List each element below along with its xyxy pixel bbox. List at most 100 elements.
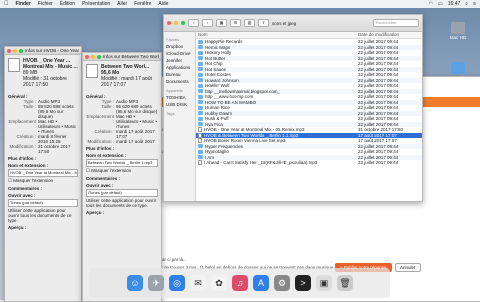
sidebar-item-home[interactable]: Jennifer bbox=[164, 57, 195, 64]
file-name-text: Hubby Dawm bbox=[205, 110, 233, 116]
menu-help[interactable]: Aide bbox=[158, 1, 168, 7]
sidebar-item-icloud[interactable]: iCloud Drive bbox=[164, 50, 195, 57]
desktop-icon-mac-hd[interactable]: Mac HD bbox=[440, 22, 476, 40]
clock[interactable]: 16:47 bbox=[448, 1, 461, 7]
back-icon[interactable]: ‹ bbox=[188, 19, 199, 27]
sidebar-item-desktop[interactable]: Bureau bbox=[164, 71, 195, 78]
itunes-app-icon[interactable]: ♫ bbox=[232, 275, 248, 291]
menu-edit[interactable]: Édition bbox=[60, 1, 75, 7]
menu-view[interactable]: Présentation bbox=[82, 1, 110, 7]
share-icon[interactable]: ⇪ bbox=[258, 19, 269, 27]
info-value: 95 620 689 octets (95,6 Mo sur disque) bbox=[116, 104, 158, 114]
menu-app-name[interactable]: Finder bbox=[16, 1, 31, 7]
menu-file[interactable]: Fichier bbox=[38, 1, 53, 7]
window-titlebar: Infos sur HVOB - One Year ... bbox=[5, 47, 81, 55]
file-name-text: Howlin' Wolf bbox=[205, 83, 230, 88]
file-name-text: I Am bbox=[205, 154, 215, 160]
folder-icon bbox=[198, 116, 203, 121]
section-preview[interactable]: Aperçu : bbox=[86, 210, 158, 215]
finder-app-icon[interactable]: ☺ bbox=[127, 275, 143, 291]
close-icon[interactable] bbox=[167, 21, 171, 25]
app-store-icon[interactable]: A bbox=[253, 275, 269, 291]
info-value: mardi 17 août 2017 bbox=[116, 139, 155, 144]
info-value: Mac HD • Utilisateurs • Music • iTunes bbox=[116, 114, 157, 129]
battery-icon[interactable]: ▭ bbox=[438, 1, 443, 7]
file-name-text: Hotel Costes bbox=[205, 72, 231, 77]
apple-icon[interactable]:  bbox=[4, 1, 9, 7]
file-name-text: http __mellowmaximal.blogspot.com_ bbox=[205, 88, 281, 94]
spotlight-icon[interactable]: ⌕ bbox=[465, 1, 468, 7]
open-with-note: Utiliser cette application pour ouvrir t… bbox=[8, 208, 72, 223]
close-icon[interactable] bbox=[7, 48, 11, 53]
sidebar-item-usb-disk[interactable]: USB DISK bbox=[164, 101, 195, 108]
column-header-name[interactable]: Nom bbox=[196, 32, 358, 38]
info-window-1: Infos sur HVOB - One Year ... HVOB _ One… bbox=[4, 46, 82, 302]
file-name-text: HappyPie Records bbox=[205, 39, 243, 44]
folder-icon bbox=[198, 94, 203, 99]
section-name-extension[interactable]: Nom et extension : bbox=[8, 163, 78, 168]
section-comments[interactable]: Commentaires : bbox=[8, 186, 78, 191]
desktop-icon-label: Mac HD bbox=[449, 35, 467, 40]
forward-icon[interactable]: › bbox=[202, 19, 213, 27]
section-more-info[interactable]: Plus d'infos : bbox=[86, 146, 158, 151]
trash-icon[interactable]: 🗑 bbox=[337, 275, 353, 291]
folder-icon bbox=[198, 72, 203, 77]
sidebar-item-documents[interactable]: Documents bbox=[164, 78, 195, 85]
launchpad-app-icon[interactable]: ✈ bbox=[148, 275, 164, 291]
preview-app-icon[interactable]: ▣ bbox=[316, 275, 332, 291]
file-row[interactable]: I Ahead - Can't Satisfy Her _Gt(KF&Jill-… bbox=[196, 160, 422, 166]
list-view-icon[interactable]: ☰ bbox=[230, 19, 241, 27]
cancel-button[interactable]: Annuler bbox=[395, 263, 421, 272]
column-header-date[interactable]: Date de modification bbox=[358, 32, 422, 38]
minimize-icon[interactable] bbox=[13, 48, 17, 53]
close-icon[interactable] bbox=[85, 54, 89, 59]
column-view-icon[interactable]: ▥ bbox=[244, 19, 255, 27]
sidebar-item-applications[interactable]: Applications bbox=[164, 64, 195, 71]
folder-icon bbox=[198, 144, 203, 149]
hide-extension-checkbox[interactable]: ☐ Masquer l'extension bbox=[86, 168, 158, 174]
name-field[interactable]: Between Two Worlds _ Berlin 1.mp3 bbox=[86, 159, 158, 167]
sidebar-header-favorites: Favoris bbox=[166, 37, 180, 42]
folder-icon bbox=[198, 149, 203, 154]
zoom-icon[interactable] bbox=[97, 54, 101, 59]
zoom-icon[interactable] bbox=[181, 21, 185, 25]
section-open-with[interactable]: Ouvrir avec : bbox=[8, 193, 78, 198]
sidebar-header-devices: Appareils bbox=[166, 88, 183, 93]
minimize-icon[interactable] bbox=[174, 21, 178, 25]
folder-icon bbox=[198, 56, 203, 61]
open-with-select[interactable]: iTunes (par défaut) bbox=[86, 189, 158, 197]
file-name-text: Husk & Puff bbox=[205, 116, 229, 121]
section-comments[interactable]: Commentaires : bbox=[86, 176, 158, 181]
minimize-icon[interactable] bbox=[91, 54, 95, 59]
hide-extension-checkbox[interactable]: ☐ Masquer l'extension bbox=[8, 178, 78, 184]
finder-window-title: sons et jpeg bbox=[272, 20, 297, 26]
file-modified: Modifié : mardi 17 août 2017 17:07 bbox=[101, 76, 152, 88]
terminal-app-icon[interactable]: > bbox=[295, 275, 311, 291]
menu-window[interactable]: Fenêtre bbox=[134, 1, 151, 7]
folder-icon bbox=[198, 83, 203, 88]
section-name-extension[interactable]: Nom et extension : bbox=[86, 153, 158, 158]
zoom-icon[interactable] bbox=[19, 48, 23, 53]
search-input[interactable]: Rechercher bbox=[373, 19, 419, 27]
sidebar-item-toshiba[interactable]: TOSHIBA bbox=[164, 94, 195, 101]
photos-app-icon[interactable]: ✿ bbox=[211, 275, 227, 291]
info-key: Modification : bbox=[87, 139, 114, 144]
system-preferences-icon[interactable]: ⚙ bbox=[274, 275, 290, 291]
info-value: mardi 8 février 2016 15:28 bbox=[38, 134, 67, 144]
icon-view-icon[interactable]: ▦ bbox=[216, 19, 227, 27]
wifi-icon[interactable]: ◠ bbox=[429, 1, 433, 7]
window-title: Infos sur Between Two Worlds... bbox=[103, 54, 159, 59]
file-row-name: I Ahead - Can't Satisfy Her _Gt(KF&Jill-… bbox=[196, 160, 358, 166]
section-preview[interactable]: Aperçu : bbox=[8, 225, 78, 230]
mail-app-icon[interactable]: ✉ bbox=[190, 275, 206, 291]
menu-go[interactable]: Aller bbox=[117, 1, 127, 7]
section-open-with[interactable]: Ouvrir avec : bbox=[86, 183, 158, 188]
name-field[interactable]: HVOB _ One Year at Montreal Mix - Music bbox=[8, 169, 78, 177]
open-with-select[interactable]: Tunes (par défaut) bbox=[8, 199, 78, 207]
folder-icon bbox=[198, 78, 203, 83]
file-modified: Modifié : 31 octobre 2017 17:50 bbox=[23, 76, 67, 88]
notification-center-icon[interactable]: ≡ bbox=[473, 1, 476, 7]
section-more-info[interactable]: Plus d'infos : bbox=[8, 156, 78, 161]
sidebar-item-dropbox[interactable]: Dropbox bbox=[164, 43, 195, 50]
safari-app-icon[interactable]: ◎ bbox=[169, 275, 185, 291]
